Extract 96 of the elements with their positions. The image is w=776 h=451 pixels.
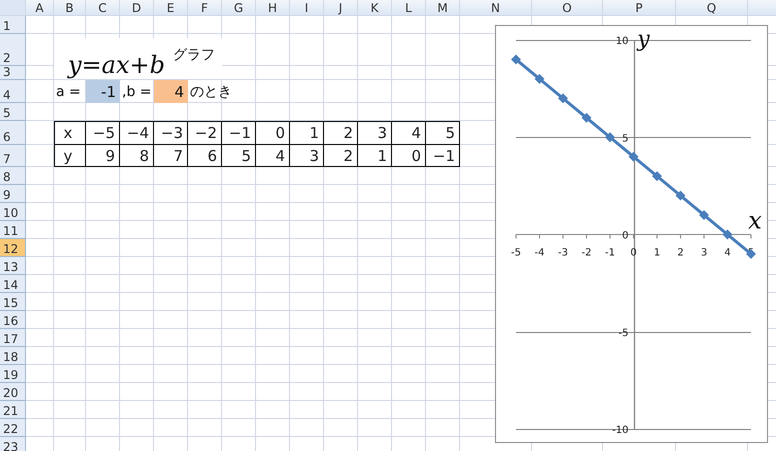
row-header[interactable]: 3 [0,66,26,80]
table-cell: −4 [120,121,154,145]
row-header[interactable]: 2 [0,34,26,66]
table-cell: −5 [86,121,120,145]
x-tick-label: -3 [558,248,568,258]
data-point [652,171,662,182]
row-header[interactable]: 13 [0,257,26,275]
column-header[interactable]: B [54,0,86,16]
column-header[interactable]: O [532,0,603,16]
parameter-label: のとき [189,82,233,102]
data-point [676,190,686,201]
data-point [628,152,638,162]
table-cell: 3 [290,145,324,167]
y-tick-label: 0 [622,230,628,242]
column-header[interactable]: Q [676,0,748,16]
row-header[interactable]: 11 [0,221,26,239]
table-cell: 3 [358,121,392,145]
select-all-corner[interactable] [0,0,26,16]
parameter-value: -1 [86,80,120,103]
data-point [558,93,568,104]
row-header[interactable]: 4 [0,80,26,103]
x-tick-label: 1 [654,248,660,258]
table-header-cell: y [54,145,86,167]
x-tick-label: 3 [700,248,708,258]
column-header[interactable]: A [26,0,54,16]
table-cell: 1 [290,121,324,145]
x-tick-label: -1 [605,248,615,258]
row-header[interactable]: 16 [0,311,26,329]
column-header[interactable]: E [154,0,188,16]
table-cell: 2 [324,121,358,145]
parameter-label: a = [55,82,82,102]
data-point [534,74,544,84]
row-header[interactable]: 6 [0,121,26,145]
title-suffix: グラフ [172,46,215,65]
column-header[interactable]: L [392,0,426,16]
row-header[interactable]: 19 [0,365,26,383]
data-point [582,112,592,123]
x-tick-label: -2 [582,248,592,258]
data-point [699,210,709,220]
row-header[interactable]: 9 [0,185,26,203]
column-header[interactable]: J [324,0,358,16]
row-header[interactable]: 21 [0,401,26,419]
row-header[interactable]: 20 [0,383,26,401]
table-cell: 7 [154,145,188,167]
formula-title: y=ax+b [68,51,165,79]
row-header[interactable]: 5 [0,103,26,121]
column-header[interactable]: C [86,0,120,16]
column-header[interactable]: G [222,0,256,16]
table-cell: 9 [86,145,120,167]
column-header[interactable]: I [290,0,324,16]
table-cell: 0 [392,145,426,167]
column-header[interactable]: M [426,0,460,16]
column-header[interactable]: H [256,0,290,16]
table-cell: 1 [358,145,392,167]
table-cell: −1 [426,145,460,167]
row-header[interactable]: 15 [0,293,26,311]
data-point [511,54,521,64]
row-header[interactable]: 14 [0,275,26,293]
row-header[interactable]: 12 [0,239,26,257]
table-cell: 5 [426,121,460,145]
data-point [722,230,732,240]
x-tick-label: -4 [534,248,544,258]
x-axis-title: x [748,206,762,234]
parameter-value: 4 [154,80,188,103]
row-header[interactable]: 10 [0,203,26,221]
x-tick-label: 4 [724,248,731,258]
x-tick-label: -5 [511,248,521,258]
table-cell: −1 [222,121,256,145]
table-cell: 8 [120,145,154,167]
row-header[interactable]: 18 [0,347,26,365]
data-point [746,249,756,259]
table-cell: 5 [222,145,256,167]
row-header[interactable]: 8 [0,167,26,185]
y-axis-title: y [637,27,650,52]
table-cell: 4 [256,145,290,167]
column-header[interactable]: P [603,0,676,16]
table-cell: 6 [188,145,222,167]
row-header[interactable]: 7 [0,145,26,167]
table-cell: −3 [154,121,188,145]
data-point [605,132,615,142]
column-header[interactable] [748,0,776,16]
table-cell: 2 [324,145,358,167]
parameter-label: ,b = [121,82,153,102]
row-header[interactable]: 23 [0,437,26,451]
column-header[interactable]: F [188,0,222,16]
table-cell: 0 [256,121,290,145]
column-header[interactable]: N [460,0,532,16]
row-header[interactable]: 17 [0,329,26,347]
column-header[interactable]: K [358,0,392,16]
table-header-cell: x [54,121,86,145]
row-header[interactable]: 1 [0,16,26,34]
column-header[interactable]: D [120,0,154,16]
row-header[interactable]: 22 [0,419,26,437]
table-cell: 4 [392,121,426,145]
x-tick-label: 2 [677,248,684,258]
table-cell: −2 [188,121,222,145]
